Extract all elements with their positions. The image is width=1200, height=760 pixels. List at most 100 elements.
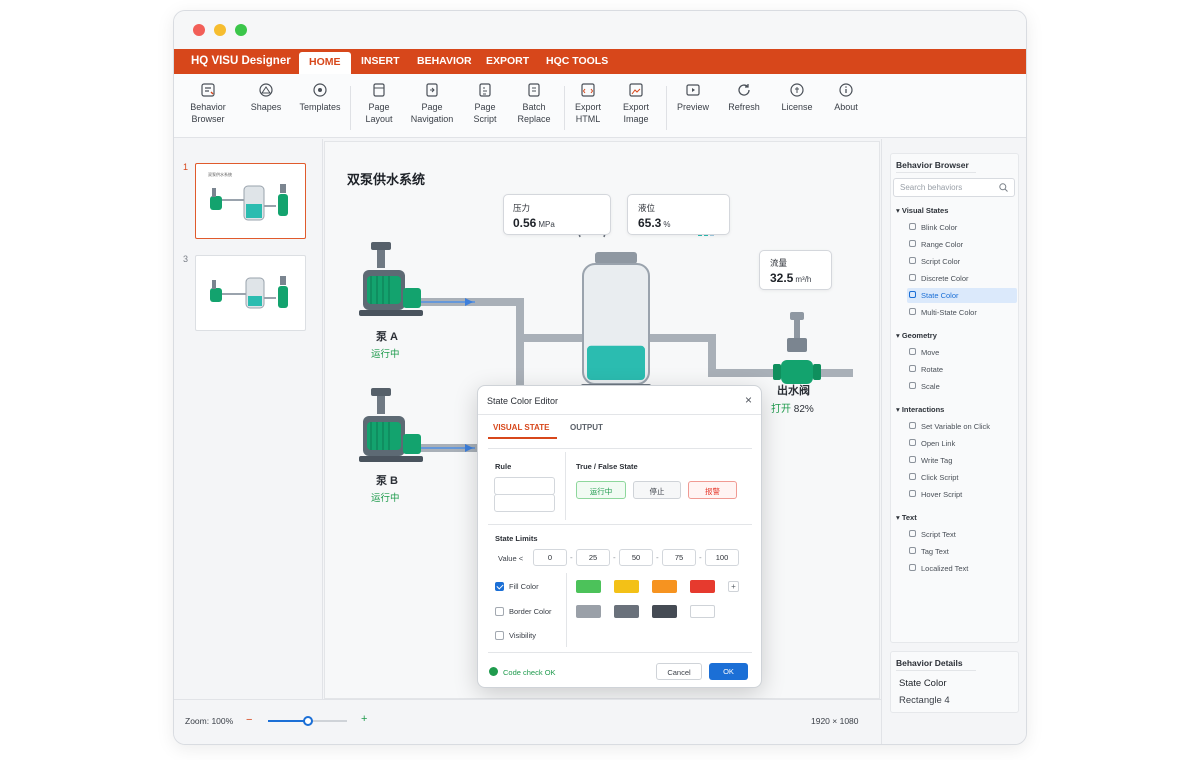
behavior-details-target: Rectangle 4 <box>899 695 950 706</box>
visibility-checkbox[interactable] <box>495 631 504 640</box>
tree-group-text[interactable]: ▾ Text <box>896 513 917 522</box>
tab-behavior[interactable]: BEHAVIOR <box>417 55 472 67</box>
behavior-item-icon <box>909 473 916 480</box>
tree-group-interactions[interactable]: ▾ Interactions <box>896 405 944 414</box>
behavior-item-state-color[interactable]: State Color <box>907 288 1017 303</box>
limit-input-4[interactable]: 100 <box>705 549 739 566</box>
shapes-button[interactable]: Shapes <box>238 82 294 114</box>
page-thumbnail-1[interactable]: 双泵供水系统 <box>195 163 306 239</box>
behavior-item-rotate[interactable]: Rotate <box>907 362 1017 377</box>
border-color-swatch-3[interactable] <box>652 605 677 618</box>
behavior-item-label: Script Color <box>921 257 961 266</box>
behavior-item-icon <box>909 547 916 554</box>
page-layout-button[interactable]: Page Layout <box>351 82 407 125</box>
behavior-item-scale[interactable]: Scale <box>907 379 1017 394</box>
license-button[interactable]: License <box>769 82 825 114</box>
behavior-item-discrete-color[interactable]: Discrete Color <box>907 271 1017 286</box>
behavior-item-open-link[interactable]: Open Link <box>907 436 1017 451</box>
zoom-slider-handle[interactable] <box>302 716 313 726</box>
batch-replace-button[interactable]: Batch Replace <box>506 82 562 125</box>
limit-separator: - <box>699 553 702 562</box>
behavior-item-set-variable-on-click[interactable]: Set Variable on Click <box>907 419 1017 434</box>
behavior-item-script-color[interactable]: Script Color <box>907 254 1017 269</box>
behavior-item-icon <box>909 490 916 497</box>
behavior-item-icon <box>909 308 916 315</box>
add-color-button[interactable]: + <box>728 581 739 592</box>
behavior-item-icon <box>909 348 916 355</box>
fill-color-swatch-1[interactable] <box>576 580 601 593</box>
level-number: 65.3 <box>638 216 662 230</box>
state-stop-button[interactable]: 停止 <box>633 481 681 499</box>
minimize-window-button[interactable] <box>214 24 226 36</box>
cancel-button[interactable]: Cancel <box>656 663 702 680</box>
fill-color-checkbox[interactable] <box>495 582 504 591</box>
preview-button[interactable]: Preview <box>665 82 721 114</box>
behavior-item-multi-state-color[interactable]: Multi-State Color <box>907 305 1017 320</box>
border-color-swatch-2[interactable] <box>614 605 639 618</box>
tab-insert[interactable]: INSERT <box>361 55 400 67</box>
search-behaviors-input[interactable]: Search behaviors <box>893 178 1015 197</box>
tree-group-geometry[interactable]: ▾ Geometry <box>896 331 937 340</box>
fill-color-swatch-4[interactable] <box>690 580 715 593</box>
export-image-button[interactable]: Export Image <box>608 82 664 125</box>
tab-visual-state[interactable]: VISUAL STATE <box>493 423 549 432</box>
behavior-item-write-tag[interactable]: Write Tag <box>907 453 1017 468</box>
border-color-checkbox[interactable] <box>495 607 504 616</box>
page-script-button[interactable]: Page Script <box>457 82 513 125</box>
rule-input-2[interactable] <box>494 494 555 512</box>
search-icon[interactable] <box>999 183 1008 192</box>
behavior-item-localized-text[interactable]: Localized Text <box>907 561 1017 576</box>
about-button[interactable]: About <box>818 82 874 114</box>
tab-hqc-tools[interactable]: HQC TOOLS <box>546 55 608 67</box>
ok-button[interactable]: OK <box>709 663 748 680</box>
preview-label: Preview <box>676 102 709 112</box>
behavior-item-icon <box>909 291 916 298</box>
limit-separator: - <box>656 553 659 562</box>
limit-input-3[interactable]: 75 <box>662 549 696 566</box>
pressure-readout[interactable]: 压力 0.56 MPa <box>503 194 611 235</box>
zoom-in-button[interactable]: + <box>361 713 367 725</box>
refresh-button[interactable]: Refresh <box>716 82 772 114</box>
tree-group-visual-states[interactable]: ▾ Visual States <box>896 206 948 215</box>
templates-button[interactable]: Templates <box>292 82 348 114</box>
menu-bar: HQ VISU Designer HOME INSERT BEHAVIOR EX… <box>174 49 1026 74</box>
behavior-item-label: Discrete Color <box>921 274 969 283</box>
rule-input[interactable] <box>494 477 555 495</box>
behavior-item-icon <box>909 223 916 230</box>
close-icon[interactable]: × <box>745 393 752 407</box>
tab-output[interactable]: OUTPUT <box>570 423 603 432</box>
valve-opening: 82% <box>793 404 814 415</box>
behavior-browser-button[interactable]: Behavior Browser <box>180 82 236 125</box>
page-script-icon <box>479 83 491 97</box>
behavior-item-range-color[interactable]: Range Color <box>907 237 1017 252</box>
tab-export[interactable]: EXPORT <box>486 55 529 67</box>
pressure-label: 压力 <box>513 203 531 213</box>
behavior-item-tag-text[interactable]: Tag Text <box>907 544 1017 559</box>
state-running-button[interactable]: 运行中 <box>576 481 626 499</box>
level-label: 液位 <box>638 203 656 213</box>
flow-readout[interactable]: 流量 32.5 m³/h <box>759 250 832 290</box>
zoom-slider[interactable] <box>268 716 347 726</box>
tab-home[interactable]: HOME <box>299 52 351 74</box>
fill-color-swatch-2[interactable] <box>614 580 639 593</box>
fill-color-swatch-3[interactable] <box>652 580 677 593</box>
level-readout[interactable]: 液位 65.3% <box>627 194 730 235</box>
limit-input-0[interactable]: 0 <box>533 549 567 566</box>
behavior-item-click-script[interactable]: Click Script <box>907 470 1017 485</box>
page-navigation-button[interactable]: Page Navigation <box>404 82 460 125</box>
behavior-item-hover-script[interactable]: Hover Script <box>907 487 1017 502</box>
behavior-item-script-text[interactable]: Script Text <box>907 527 1017 542</box>
border-color-swatch-4[interactable] <box>690 605 715 618</box>
page-script-label-2: Script <box>473 113 497 124</box>
limit-input-1[interactable]: 25 <box>576 549 610 566</box>
behavior-item-move[interactable]: Move <box>907 345 1017 360</box>
behavior-item-label: Localized Text <box>921 564 969 573</box>
maximize-window-button[interactable] <box>235 24 247 36</box>
limit-input-2[interactable]: 50 <box>619 549 653 566</box>
close-window-button[interactable] <box>193 24 205 36</box>
behavior-item-blink-color[interactable]: Blink Color <box>907 220 1017 235</box>
page-thumbnail-3[interactable] <box>195 255 306 331</box>
border-color-swatch-1[interactable] <box>576 605 601 618</box>
state-alarm-button[interactable]: 报警 <box>688 481 737 499</box>
zoom-out-button[interactable]: − <box>246 714 252 726</box>
